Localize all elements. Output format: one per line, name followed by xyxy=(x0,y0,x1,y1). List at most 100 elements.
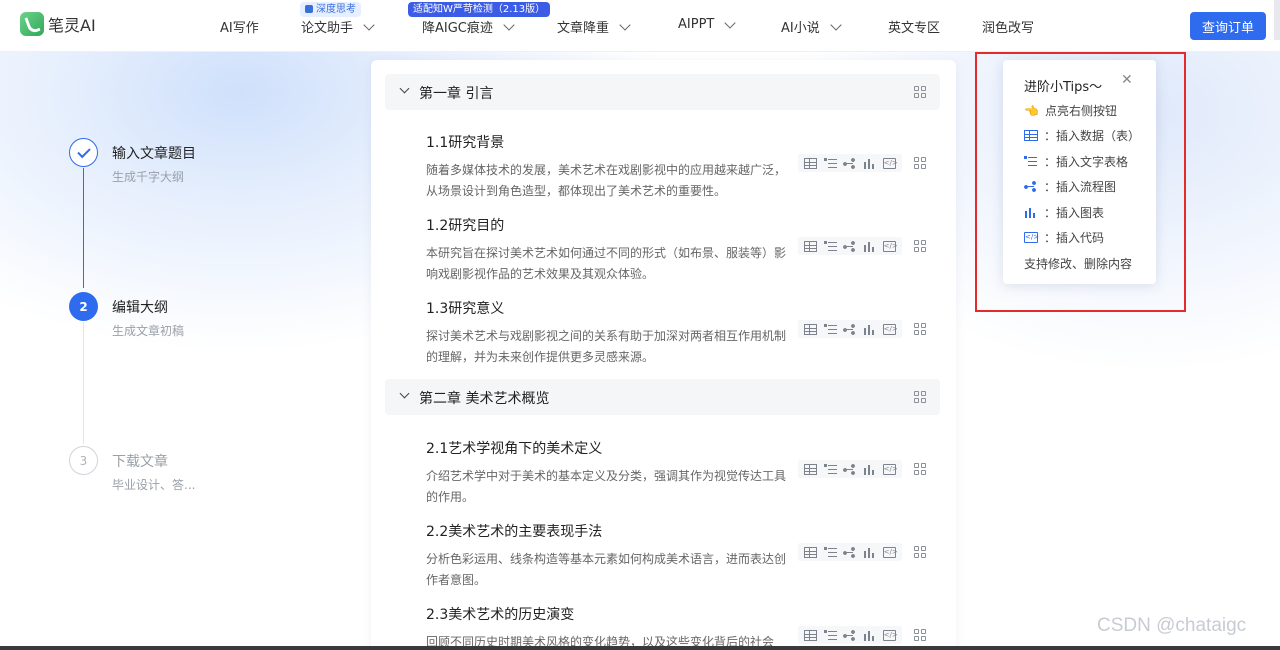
outline-editor: 第一章 引言 1.1研究背景 随着多媒体技术的发展，美术艺术在戏剧影视中的应用越… xyxy=(371,60,956,650)
section-title[interactable]: 2.2美术艺术的主要表现手法 xyxy=(426,521,946,541)
insert-toolbar: </> xyxy=(798,237,902,255)
section-description[interactable]: 分析色彩运用、线条构造等基本元素如何构成美术语言，进而表达创作者意图。 xyxy=(426,549,786,591)
grid-menu-icon[interactable] xyxy=(914,463,926,475)
grid-menu-icon[interactable] xyxy=(914,546,926,558)
top-navbar: 笔灵AI 深度思考 适配知W严苛检测（2.13版） AI写作 论文助手 降AIG… xyxy=(0,0,1280,52)
collapse-caret-icon[interactable] xyxy=(399,83,410,94)
bar-chart-icon[interactable] xyxy=(863,157,877,169)
chapter-header[interactable]: 第二章 美术艺术概览 xyxy=(385,379,940,415)
table-icon[interactable] xyxy=(804,546,818,558)
nav-aippt[interactable]: AIPPT xyxy=(678,16,737,32)
list-table-icon[interactable] xyxy=(823,157,837,169)
chevron-down-icon xyxy=(619,18,631,31)
bar-chart-icon[interactable] xyxy=(863,240,877,252)
grid-menu-icon[interactable] xyxy=(914,629,926,641)
code-icon[interactable]: </> xyxy=(882,546,898,558)
section-description[interactable]: 随着多媒体技术的发展，美术艺术在戏剧影视中的应用越来越广泛，从场景设计到角色造型… xyxy=(426,160,786,202)
insert-toolbar: </> xyxy=(798,543,902,561)
step-number: 2 xyxy=(69,292,98,321)
chapter-header[interactable]: 第一章 引言 xyxy=(385,74,940,110)
bar-chart-icon[interactable] xyxy=(863,629,877,641)
code-icon[interactable]: </> xyxy=(882,463,898,475)
tip-item: ：插入数据（表） xyxy=(1024,127,1140,144)
section-description[interactable]: 探讨美术艺术与戏剧影视之间的关系有助于加深对两者相互作用机制的理解，并为未来创作… xyxy=(426,326,786,368)
bar-chart-icon[interactable] xyxy=(863,323,877,335)
flowchart-icon[interactable] xyxy=(843,463,857,475)
step-title: 输入文章题目 xyxy=(112,146,196,162)
table-icon[interactable] xyxy=(804,463,818,475)
code-icon[interactable]: </> xyxy=(882,157,898,169)
table-icon[interactable] xyxy=(804,157,818,169)
nav-ai-novel[interactable]: AI小说 xyxy=(781,17,842,36)
logo-icon xyxy=(20,12,44,36)
table-icon[interactable] xyxy=(804,240,818,252)
tip-label: ：插入代码 xyxy=(1044,231,1105,245)
table-icon[interactable] xyxy=(804,323,818,335)
step-title: 编辑大纲 xyxy=(112,300,168,316)
step-subtitle: 毕业设计、答... xyxy=(112,478,196,492)
flowchart-icon[interactable] xyxy=(843,157,857,169)
window-edge xyxy=(1274,0,1280,40)
insert-toolbar: </> xyxy=(798,154,902,172)
flowchart-icon[interactable] xyxy=(843,323,857,335)
grid-menu-icon[interactable] xyxy=(914,240,926,252)
brand-logo[interactable]: 笔灵AI xyxy=(20,12,96,36)
chapter-title[interactable]: 第二章 美术艺术概览 xyxy=(419,388,549,408)
grid-menu-icon[interactable] xyxy=(914,391,926,403)
list-table-icon[interactable] xyxy=(823,546,837,558)
tips-popover: 进阶小Tips～ ✕ 👈 点亮右侧按钮 ：插入数据（表） ：插入文字表格 ：插入… xyxy=(1003,60,1156,284)
nav-label: AI小说 xyxy=(781,21,820,36)
list-table-icon[interactable] xyxy=(823,240,837,252)
list-table-icon[interactable] xyxy=(823,629,837,641)
outline-section[interactable]: 1.1研究背景 随着多媒体技术的发展，美术艺术在戏剧影视中的应用越来越广泛，从场… xyxy=(426,132,946,202)
bar-chart-icon[interactable] xyxy=(863,463,877,475)
grid-menu-icon[interactable] xyxy=(914,323,926,335)
tip-label: ：插入图表 xyxy=(1044,206,1105,220)
section-title[interactable]: 1.2研究目的 xyxy=(426,215,946,235)
nav-label: AI写作 xyxy=(220,21,259,36)
section-description[interactable]: 介绍艺术学中对于美术的基本定义及分类，强调其作为视觉传达工具的作用。 xyxy=(426,466,786,508)
bar-chart-icon[interactable] xyxy=(863,546,877,558)
tip-item: ：插入文字表格 xyxy=(1024,153,1128,170)
table-icon[interactable] xyxy=(804,629,818,641)
code-icon[interactable]: </> xyxy=(882,323,898,335)
brand-name: 笔灵AI xyxy=(48,16,96,35)
outline-section[interactable]: 1.2研究目的 本研究旨在探讨美术艺术如何通过不同的形式（如布景、服装等）影响戏… xyxy=(426,215,946,285)
flowchart-icon[interactable] xyxy=(843,546,857,558)
outline-section[interactable]: 1.3研究意义 探讨美术艺术与戏剧影视之间的关系有助于加深对两者相互作用机制的理… xyxy=(426,298,946,368)
bar-chart-icon xyxy=(1024,207,1038,218)
query-order-button[interactable]: 查询订单 xyxy=(1190,12,1266,40)
tip-label: ：插入流程图 xyxy=(1044,180,1117,194)
section-description[interactable]: 本研究旨在探讨美术艺术如何通过不同的形式（如布景、服装等）影响戏剧影视作品的艺术… xyxy=(426,243,786,285)
section-title[interactable]: 2.1艺术学视角下的美术定义 xyxy=(426,438,946,458)
list-table-icon[interactable] xyxy=(823,463,837,475)
grid-menu-icon[interactable] xyxy=(914,157,926,169)
grid-menu-icon[interactable] xyxy=(914,86,926,98)
nav-dedup[interactable]: 文章降重 xyxy=(557,17,631,36)
insert-toolbar: </> xyxy=(798,626,902,644)
outline-section[interactable]: 2.1艺术学视角下的美术定义 介绍艺术学中对于美术的基本定义及分类，强调其作为视… xyxy=(426,438,946,508)
chevron-down-icon xyxy=(830,18,842,31)
nav-english[interactable]: 英文专区 xyxy=(888,17,940,36)
code-icon[interactable]: </> xyxy=(882,629,898,641)
section-title[interactable]: 1.1研究背景 xyxy=(426,132,946,152)
list-table-icon[interactable] xyxy=(823,323,837,335)
tips-footer: 支持修改、删除内容 xyxy=(1024,257,1133,271)
nav-reduce-aigc[interactable]: 降AIGC痕迹 xyxy=(422,17,515,36)
nav-ai-writing[interactable]: AI写作 xyxy=(220,17,259,36)
code-icon[interactable]: </> xyxy=(882,240,898,252)
section-title[interactable]: 2.3美术艺术的历史演变 xyxy=(426,604,946,624)
tip-label: 点亮右侧按钮 xyxy=(1044,104,1117,118)
collapse-caret-icon[interactable] xyxy=(399,388,410,399)
outline-section[interactable]: 2.3美术艺术的历史演变 回顾不同历史时期美术风格的变化趋势，以及这些变化背后的… xyxy=(426,604,946,650)
flowchart-icon[interactable] xyxy=(843,629,857,641)
nav-paper-assistant[interactable]: 论文助手 xyxy=(301,17,375,36)
watermark: CSDN @chataigc xyxy=(1097,615,1247,636)
tip-item: ：插入流程图 xyxy=(1024,178,1116,195)
close-icon[interactable]: ✕ xyxy=(1121,72,1133,88)
outline-section[interactable]: 2.2美术艺术的主要表现手法 分析色彩运用、线条构造等基本元素如何构成美术语言，… xyxy=(426,521,946,591)
nav-polish[interactable]: 润色改写 xyxy=(982,17,1034,36)
chapter-title[interactable]: 第一章 引言 xyxy=(419,83,493,103)
section-title[interactable]: 1.3研究意义 xyxy=(426,298,946,318)
flowchart-icon[interactable] xyxy=(843,240,857,252)
